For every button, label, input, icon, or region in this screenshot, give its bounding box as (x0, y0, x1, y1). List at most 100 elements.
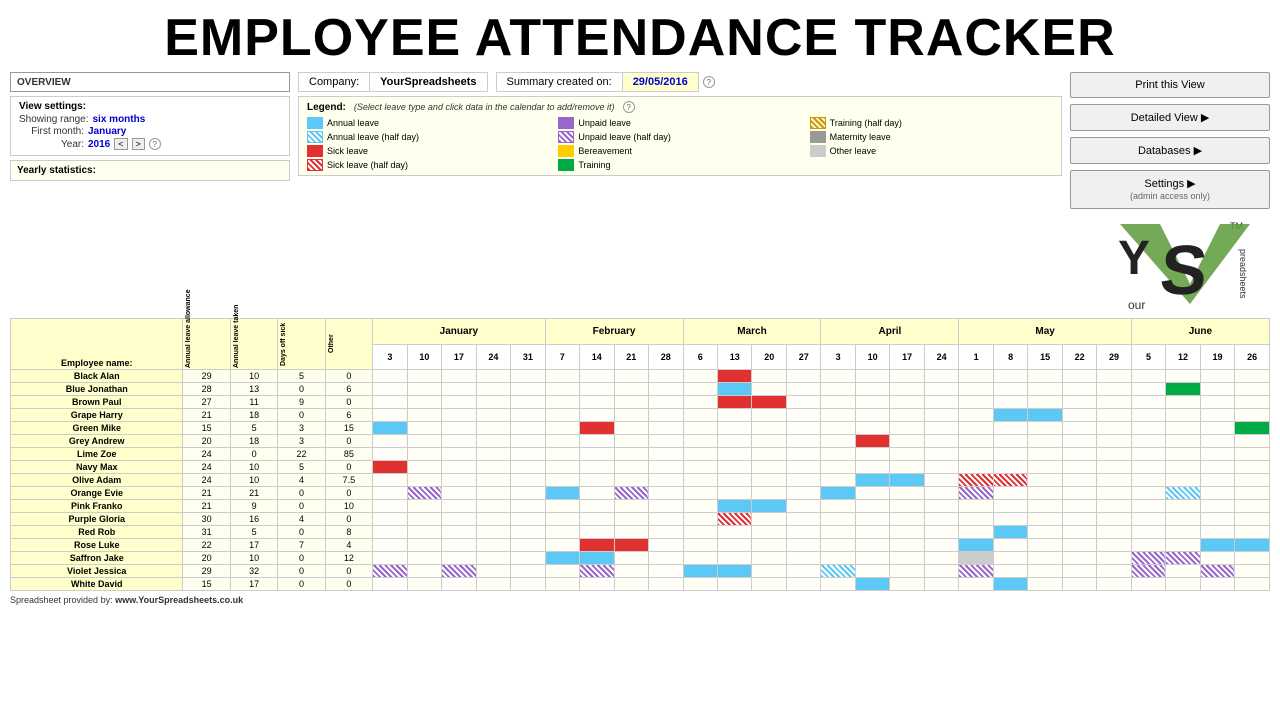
leave-cell[interactable] (855, 409, 889, 422)
leave-cell[interactable] (683, 487, 717, 500)
leave-cell[interactable] (1097, 513, 1131, 526)
leave-cell[interactable] (959, 513, 993, 526)
leave-cell[interactable] (855, 513, 889, 526)
legend-training[interactable]: Training (558, 159, 801, 171)
leave-cell[interactable] (407, 526, 441, 539)
leave-cell[interactable] (1062, 435, 1096, 448)
leave-cell[interactable] (821, 422, 855, 435)
leave-cell[interactable] (855, 448, 889, 461)
leave-cell[interactable] (924, 461, 958, 474)
table-row[interactable]: Grey Andrew201830 (11, 435, 1270, 448)
legend-training-half[interactable]: Training (half day) (810, 117, 1053, 129)
leave-cell[interactable] (683, 552, 717, 565)
leave-cell[interactable] (580, 396, 614, 409)
leave-cell[interactable] (580, 448, 614, 461)
leave-cell[interactable] (1097, 370, 1131, 383)
leave-cell[interactable] (373, 578, 407, 591)
table-row[interactable]: Olive Adam241047.5 (11, 474, 1270, 487)
leave-cell[interactable] (649, 513, 683, 526)
leave-cell[interactable] (407, 500, 441, 513)
leave-cell[interactable] (407, 461, 441, 474)
leave-cell[interactable] (614, 474, 648, 487)
leave-cell[interactable] (959, 526, 993, 539)
leave-cell[interactable] (683, 370, 717, 383)
leave-cell[interactable] (717, 474, 751, 487)
leave-cell[interactable] (959, 409, 993, 422)
leave-cell[interactable] (959, 552, 993, 565)
leave-cell[interactable] (1062, 513, 1096, 526)
leave-cell[interactable] (1131, 383, 1165, 396)
leave-cell[interactable] (511, 565, 545, 578)
leave-cell[interactable] (959, 435, 993, 448)
leave-cell[interactable] (1166, 435, 1200, 448)
leave-cell[interactable] (1131, 552, 1165, 565)
leave-cell[interactable] (1200, 526, 1234, 539)
leave-cell[interactable] (476, 461, 510, 474)
leave-cell[interactable] (1235, 526, 1270, 539)
legend-other[interactable]: Other leave (810, 145, 1053, 157)
leave-cell[interactable] (1062, 474, 1096, 487)
leave-cell[interactable] (924, 396, 958, 409)
leave-cell[interactable] (855, 539, 889, 552)
leave-cell[interactable] (649, 396, 683, 409)
leave-cell[interactable] (511, 539, 545, 552)
leave-cell[interactable] (959, 565, 993, 578)
leave-cell[interactable] (1235, 383, 1270, 396)
leave-cell[interactable] (890, 487, 924, 500)
table-row[interactable]: Pink Franko219010 (11, 500, 1270, 513)
leave-cell[interactable] (442, 396, 476, 409)
leave-cell[interactable] (580, 513, 614, 526)
leave-cell[interactable] (1235, 396, 1270, 409)
leave-cell[interactable] (1235, 461, 1270, 474)
leave-cell[interactable] (890, 513, 924, 526)
leave-cell[interactable] (890, 448, 924, 461)
leave-cell[interactable] (511, 435, 545, 448)
leave-cell[interactable] (821, 513, 855, 526)
leave-cell[interactable] (545, 565, 579, 578)
leave-cell[interactable] (545, 383, 579, 396)
leave-cell[interactable] (614, 409, 648, 422)
table-row[interactable]: Grape Harry211806 (11, 409, 1270, 422)
leave-cell[interactable] (993, 526, 1027, 539)
leave-cell[interactable] (1166, 552, 1200, 565)
leave-cell[interactable] (924, 500, 958, 513)
leave-cell[interactable] (890, 409, 924, 422)
leave-cell[interactable] (1235, 448, 1270, 461)
leave-cell[interactable] (1028, 396, 1062, 409)
leave-cell[interactable] (890, 383, 924, 396)
leave-cell[interactable] (855, 461, 889, 474)
leave-cell[interactable] (580, 370, 614, 383)
leave-cell[interactable] (476, 422, 510, 435)
leave-cell[interactable] (442, 513, 476, 526)
leave-cell[interactable] (1235, 565, 1270, 578)
leave-cell[interactable] (993, 370, 1027, 383)
leave-cell[interactable] (717, 435, 751, 448)
leave-cell[interactable] (890, 396, 924, 409)
leave-cell[interactable] (442, 461, 476, 474)
leave-cell[interactable] (959, 500, 993, 513)
leave-cell[interactable] (717, 565, 751, 578)
leave-cell[interactable] (717, 409, 751, 422)
leave-cell[interactable] (649, 526, 683, 539)
leave-cell[interactable] (580, 552, 614, 565)
leave-cell[interactable] (1131, 409, 1165, 422)
leave-cell[interactable] (993, 435, 1027, 448)
leave-cell[interactable] (1200, 513, 1234, 526)
leave-cell[interactable] (752, 409, 786, 422)
leave-cell[interactable] (786, 461, 820, 474)
legend-sick-half[interactable]: Sick leave (half day) (307, 159, 550, 171)
leave-cell[interactable] (511, 578, 545, 591)
leave-cell[interactable] (649, 448, 683, 461)
leave-cell[interactable] (580, 526, 614, 539)
leave-cell[interactable] (511, 552, 545, 565)
leave-cell[interactable] (580, 409, 614, 422)
leave-cell[interactable] (511, 448, 545, 461)
leave-cell[interactable] (614, 370, 648, 383)
leave-cell[interactable] (1166, 461, 1200, 474)
leave-cell[interactable] (1166, 396, 1200, 409)
leave-cell[interactable] (1028, 526, 1062, 539)
leave-cell[interactable] (580, 461, 614, 474)
leave-cell[interactable] (924, 578, 958, 591)
leave-cell[interactable] (580, 487, 614, 500)
leave-cell[interactable] (1097, 461, 1131, 474)
